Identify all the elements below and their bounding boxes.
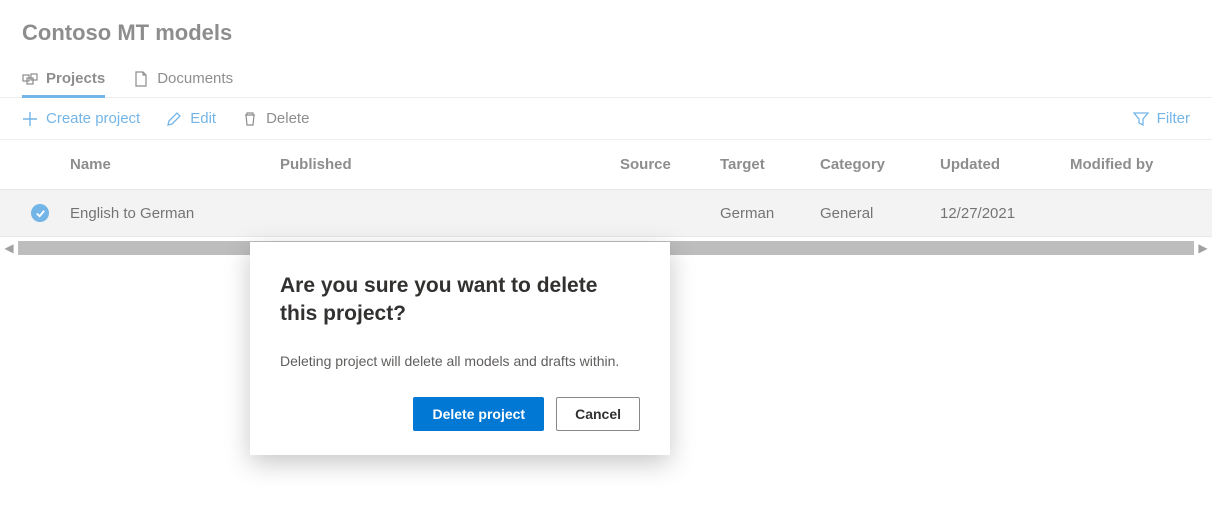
dialog-actions: Delete project Cancel <box>280 397 640 431</box>
dialog-title: Are you sure you want to delete this pro… <box>280 272 640 329</box>
delete-project-button[interactable]: Delete project <box>413 397 544 431</box>
dialog-message: Deleting project will delete all models … <box>280 351 640 371</box>
cancel-button[interactable]: Cancel <box>556 397 640 431</box>
confirm-delete-dialog: Are you sure you want to delete this pro… <box>250 242 670 455</box>
